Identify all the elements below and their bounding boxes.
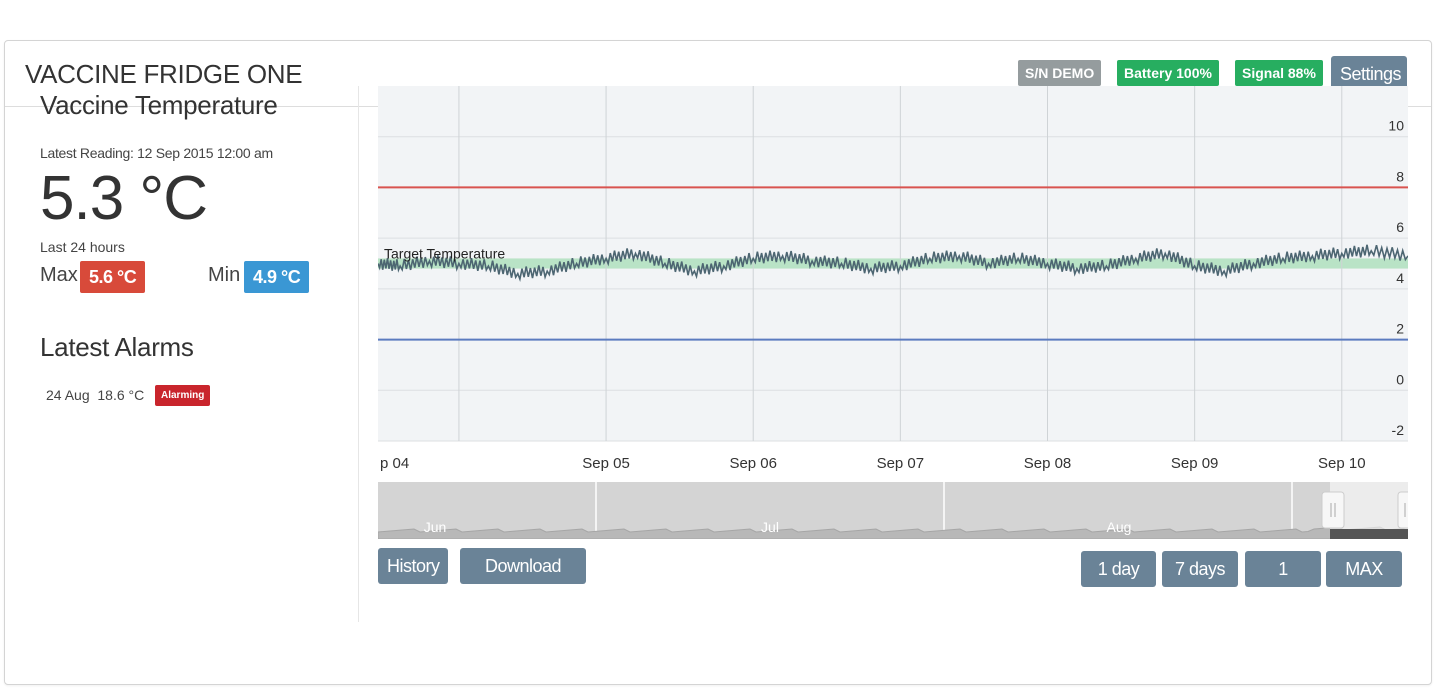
navigator-month-label: Jun	[424, 519, 447, 535]
signal-badge: Signal 88%	[1235, 60, 1323, 86]
alarm-date: 24 Aug	[46, 387, 90, 403]
navigator-selected-series	[1330, 529, 1408, 539]
x-tick-label: Sep 09	[1171, 455, 1219, 472]
y-tick-label: 2	[1396, 321, 1404, 337]
range-navigator[interactable]: Jun Jul Aug	[378, 482, 1408, 539]
x-tick-label: Sep 08	[1024, 455, 1072, 472]
navigator-month-label: Aug	[1107, 519, 1132, 535]
navigator-right-handle	[1397, 491, 1408, 529]
range-1-month-button[interactable]: 1 month	[1245, 551, 1321, 615]
alarm-item[interactable]: 24 Aug 18.6 °C	[46, 387, 144, 403]
download-csv-button[interactable]: Download CSV	[460, 548, 586, 612]
serial-badge: S/N DEMO	[1018, 60, 1102, 86]
range-7-days-button[interactable]: 7 days	[1162, 551, 1238, 587]
x-tick-label: p 04	[380, 455, 409, 472]
alarm-status-badge: Alarming	[155, 385, 211, 406]
y-tick-label: 6	[1396, 219, 1404, 235]
max-label: Max	[40, 264, 78, 286]
current-temperature: 5.3 °C	[40, 164, 208, 233]
target-temperature-label: Target Temperature	[384, 246, 505, 262]
range-max-button[interactable]: MAX	[1326, 551, 1402, 587]
latest-reading: Latest Reading: 12 Sep 2015 12:00 am	[40, 145, 273, 161]
range-label: Last 24 hours	[40, 239, 125, 255]
min-label: Min	[208, 264, 241, 286]
x-tick-label: Sep 06	[729, 455, 777, 472]
x-tick-label: Sep 10	[1318, 455, 1366, 472]
navigator-series	[378, 526, 1408, 539]
history-button[interactable]: History	[378, 548, 448, 584]
range-1-day-button[interactable]: 1 day	[1081, 551, 1156, 587]
y-tick-label: 0	[1396, 371, 1404, 387]
navigator-svg[interactable]: Jun Jul Aug	[378, 482, 1408, 539]
temperature-heading: Vaccine Temperature	[40, 90, 278, 120]
navigator-month-label: Jul	[761, 519, 779, 535]
battery-badge: Battery 100%	[1117, 60, 1219, 86]
y-tick-label: 8	[1396, 168, 1404, 184]
min-temp-badge: 4.9 °C	[244, 261, 310, 293]
x-tick-label: Sep 07	[877, 455, 925, 472]
temperature-chart[interactable]: 10 8 6 4 2 0 -2 p 04 Sep 05 Sep 06 Sep 07 Sep 08 Sep…	[378, 86, 1408, 480]
y-tick-label: 4	[1396, 270, 1404, 286]
y-tick-label: -2	[1392, 422, 1405, 438]
alarms-heading: Latest Alarms	[40, 332, 194, 362]
y-tick-label: 10	[1388, 118, 1404, 134]
x-tick-label: Sep 05	[582, 455, 630, 472]
navigator-left-handle	[1321, 491, 1345, 529]
column-divider	[358, 86, 359, 622]
max-temp-badge: 5.6 °C	[80, 261, 146, 293]
alarm-value: 18.6 °C	[97, 387, 145, 403]
